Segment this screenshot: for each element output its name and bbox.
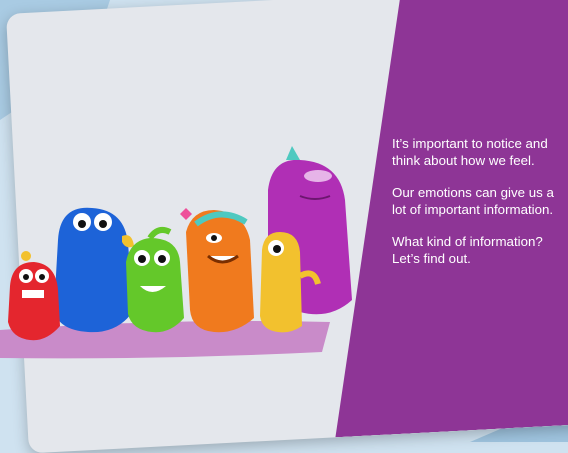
red-monster xyxy=(8,251,60,341)
slide-text: It’s important to notice and think about… xyxy=(392,136,564,283)
orange-monster xyxy=(180,208,254,333)
paragraph-notice: It’s important to notice and think about… xyxy=(392,136,548,168)
paragraph-emotions: Our emotions can give us a lot of import… xyxy=(392,185,554,217)
paragraph-question: What kind of information? Let’s find out… xyxy=(392,234,543,266)
green-monster xyxy=(126,227,184,333)
blue-monster xyxy=(54,207,134,333)
